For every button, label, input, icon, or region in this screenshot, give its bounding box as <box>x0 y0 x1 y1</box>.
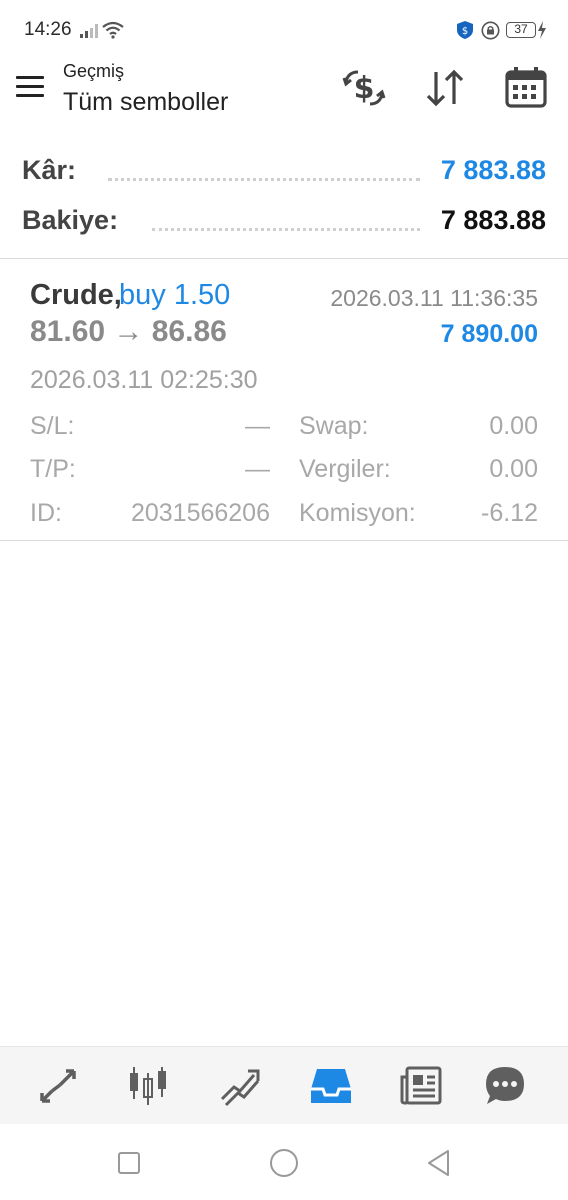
profit-label: Kâr: <box>22 155 77 185</box>
page-subtitle: Geçmiş <box>63 61 125 81</box>
tp-label: T/P: <box>30 455 76 483</box>
svg-text:$: $ <box>462 26 468 37</box>
balance-label: Bakiye: <box>22 205 119 235</box>
chat-icon[interactable] <box>483 1065 527 1107</box>
id-value: 2031566206 <box>130 499 270 527</box>
divider <box>0 258 568 259</box>
swap-label: Swap: <box>299 412 369 440</box>
calendar-icon[interactable] <box>502 64 550 112</box>
signal-icon <box>80 24 98 38</box>
commission-value: -6.12 <box>481 499 538 527</box>
deal-direction: buy 1.50 <box>119 279 231 311</box>
profit-value: 7 883.88 <box>440 155 546 185</box>
chart-icon[interactable] <box>126 1065 170 1107</box>
status-time: 14:26 <box>24 19 72 40</box>
sl-value: — <box>245 412 270 440</box>
status-bar: 14:26 $ 37 <box>0 0 568 60</box>
profit-row: Kâr: 7 883.88 <box>22 155 546 191</box>
deal-prices: 81.60 → 86.86 <box>30 315 227 348</box>
dollar-exchange-icon[interactable]: $ <box>340 64 388 112</box>
deal-close-time: 2026.03.11 11:36:35 <box>330 285 538 311</box>
sl-label: S/L: <box>30 412 75 440</box>
deal-item[interactable]: Crude, buy 1.50 2026.03.11 11:36:35 81.6… <box>0 260 568 540</box>
swap-value: 0.00 <box>489 412 538 440</box>
system-nav-bar <box>0 1124 568 1200</box>
dotted-leader <box>108 177 420 181</box>
svg-text:$: $ <box>354 71 375 106</box>
history-icon[interactable] <box>309 1065 353 1107</box>
back-icon[interactable] <box>424 1148 454 1178</box>
quotes-icon[interactable] <box>36 1065 80 1107</box>
battery-icon: 37 <box>506 22 536 38</box>
commission-label: Komisyon: <box>299 499 416 527</box>
sort-icon[interactable] <box>421 64 469 112</box>
wifi-icon <box>102 21 124 39</box>
menu-icon[interactable] <box>16 76 46 100</box>
tp-value: — <box>245 455 270 483</box>
page-title[interactable]: Tüm semboller <box>63 88 228 117</box>
dotted-leader <box>152 227 420 231</box>
trade-icon[interactable] <box>218 1065 262 1107</box>
deal-symbol: Crude, <box>30 279 122 311</box>
home-icon[interactable] <box>269 1148 299 1178</box>
bottom-nav <box>0 1046 568 1124</box>
news-icon[interactable] <box>399 1065 443 1107</box>
deal-open-time: 2026.03.11 02:25:30 <box>30 366 258 394</box>
balance-row: Bakiye: 7 883.88 <box>22 205 546 241</box>
divider <box>0 540 568 541</box>
id-label: ID: <box>30 499 62 527</box>
deal-profit: 7 890.00 <box>440 320 538 348</box>
taxes-value: 0.00 <box>489 455 538 483</box>
recent-apps-icon[interactable] <box>114 1148 144 1178</box>
charging-bolt-icon <box>538 21 546 39</box>
shield-icon: $ <box>457 21 473 39</box>
lock-circle-icon <box>481 21 500 40</box>
taxes-label: Vergiler: <box>299 455 391 483</box>
balance-value: 7 883.88 <box>440 205 546 235</box>
